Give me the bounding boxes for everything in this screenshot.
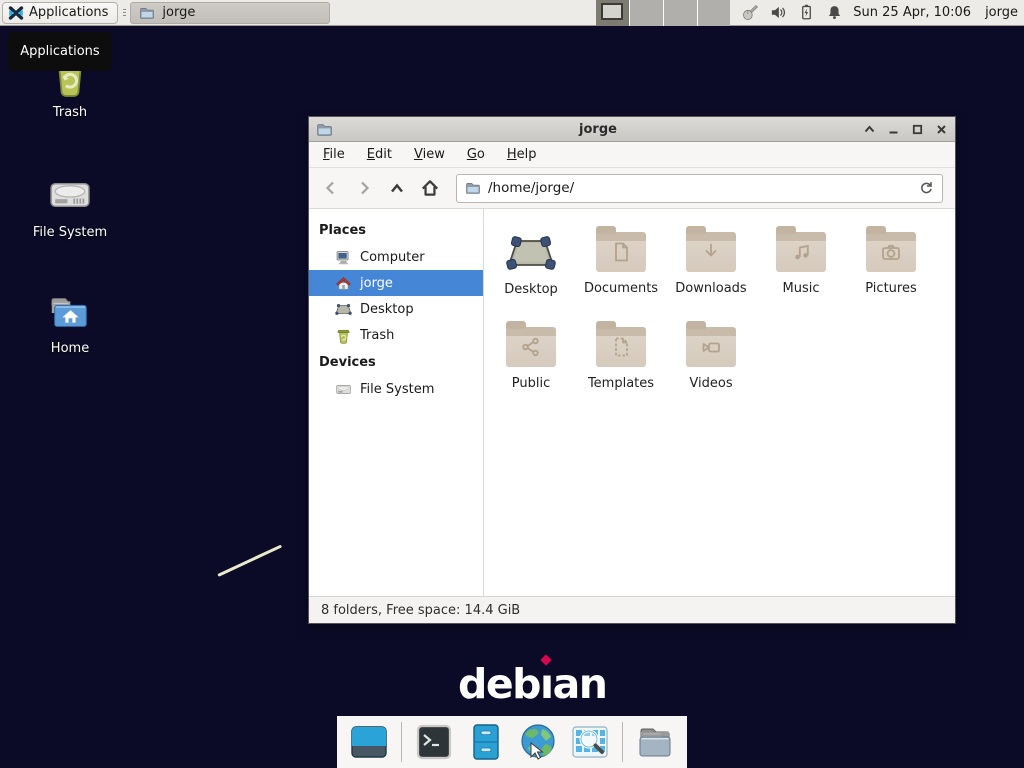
toolbar: /home/jorge/ — [309, 168, 955, 209]
workspace-window-thumb — [601, 3, 623, 20]
desktop-icon — [335, 302, 352, 317]
desktop-icon-label: Home — [51, 341, 89, 356]
home-folder-icon[interactable] — [635, 722, 675, 762]
battery-icon[interactable] — [798, 4, 815, 21]
workspace-3[interactable] — [664, 0, 698, 26]
back-button[interactable] — [321, 178, 341, 198]
camera-icon — [879, 240, 903, 264]
workspace-4[interactable] — [698, 0, 731, 26]
folder-icon — [139, 5, 155, 21]
desktop-icon-label: File System — [33, 225, 107, 240]
file-grid: Desktop Documents Downloads — [484, 209, 955, 596]
folder-icon — [465, 180, 481, 196]
download-icon — [699, 240, 723, 264]
path-entry[interactable]: /home/jorge/ — [456, 174, 943, 203]
input-device-icon[interactable] — [742, 4, 759, 21]
panel-handle[interactable] — [119, 2, 129, 24]
file-item-documents[interactable]: Documents — [576, 221, 666, 316]
notifications-bell-icon[interactable] — [826, 4, 843, 21]
sidebar-header-devices: Devices — [309, 348, 483, 376]
video-icon — [699, 335, 723, 359]
status-bar: 8 folders, Free space: 14.4 GiB — [309, 596, 955, 623]
workspace-switcher[interactable] — [596, 0, 730, 26]
top-panel: Applications jorge — [0, 0, 1024, 26]
terminal-icon[interactable] — [414, 722, 454, 762]
file-item-templates[interactable]: Templates — [576, 316, 666, 411]
menu-edit[interactable]: Edit — [367, 147, 392, 162]
up-button[interactable] — [387, 178, 407, 198]
workspace-2[interactable] — [630, 0, 664, 26]
file-item-public[interactable]: Public — [486, 316, 576, 411]
bottom-dock — [337, 716, 687, 768]
sidebar-item-jorge[interactable]: jorge — [309, 270, 483, 296]
file-item-pictures[interactable]: Pictures — [846, 221, 936, 316]
applications-button[interactable]: Applications — [2, 2, 118, 24]
share-icon — [519, 335, 543, 359]
menu-help[interactable]: Help — [507, 147, 537, 162]
applications-label: Applications — [29, 5, 108, 20]
status-text: 8 folders, Free space: 14.4 GiB — [321, 603, 520, 618]
file-item-videos[interactable]: Videos — [666, 316, 756, 411]
desktop-icon — [505, 233, 557, 273]
dock-separator — [622, 722, 623, 762]
desktop-icon-label: Trash — [53, 105, 87, 120]
shade-button[interactable] — [863, 123, 876, 136]
window-folder-icon — [316, 121, 333, 138]
dock-separator — [401, 722, 402, 762]
file-manager-icon[interactable] — [466, 722, 506, 762]
computer-icon — [335, 249, 352, 266]
close-button[interactable] — [935, 123, 948, 136]
taskbar-button-jorge[interactable]: jorge — [130, 2, 330, 24]
menu-bar: File Edit View Go Help — [309, 142, 955, 168]
workspace-1[interactable] — [596, 0, 630, 26]
window-titlebar[interactable]: jorge — [309, 117, 955, 142]
volume-icon[interactable] — [770, 4, 787, 21]
desktop-icon-file-system[interactable]: File System — [12, 172, 128, 240]
menu-file[interactable]: File — [323, 147, 345, 162]
menu-view[interactable]: View — [414, 147, 445, 162]
template-icon — [609, 335, 633, 359]
window-title: jorge — [333, 122, 863, 137]
taskbar-label: jorge — [162, 5, 195, 20]
menu-go[interactable]: Go — [467, 147, 485, 162]
desktop-icon-home[interactable]: Home — [12, 292, 128, 356]
home-folder-icon — [47, 292, 93, 334]
sidebar-item-file-system[interactable]: File System — [309, 376, 483, 402]
sidebar-item-desktop[interactable]: Desktop — [309, 296, 483, 322]
file-item-desktop[interactable]: Desktop — [486, 221, 576, 316]
file-item-downloads[interactable]: Downloads — [666, 221, 756, 316]
maximize-button[interactable] — [911, 123, 924, 136]
forward-button[interactable] — [354, 178, 374, 198]
document-icon — [609, 240, 633, 264]
system-tray — [742, 4, 843, 21]
home-icon — [335, 275, 352, 292]
panel-clock[interactable]: Sun 25 Apr, 10:06 — [853, 5, 971, 20]
app-finder-icon[interactable] — [570, 722, 610, 762]
sidebar-header-places: Places — [309, 216, 483, 244]
home-button[interactable] — [420, 178, 440, 198]
show-desktop-icon[interactable] — [349, 722, 389, 762]
web-browser-icon[interactable] — [518, 722, 558, 762]
reload-icon[interactable] — [918, 180, 934, 196]
trash-icon — [335, 327, 352, 344]
sidebar: Places Computer — [309, 209, 484, 596]
minimize-button[interactable] — [887, 123, 900, 136]
drive-icon — [47, 172, 93, 218]
file-item-music[interactable]: Music — [756, 221, 846, 316]
music-icon — [789, 240, 813, 264]
sidebar-item-trash[interactable]: Trash — [309, 322, 483, 348]
sidebar-item-computer[interactable]: Computer — [309, 244, 483, 270]
desktop-line-artifact — [217, 545, 282, 577]
drive-icon — [335, 381, 352, 398]
panel-username[interactable]: jorge — [985, 5, 1018, 20]
file-manager-window: jorge File Edit View Go Help — [308, 116, 956, 624]
xfce-logo-icon — [8, 5, 24, 21]
applications-tooltip: Applications — [8, 32, 112, 71]
debian-logo: debıan — [458, 660, 606, 708]
path-value[interactable]: /home/jorge/ — [488, 180, 911, 196]
